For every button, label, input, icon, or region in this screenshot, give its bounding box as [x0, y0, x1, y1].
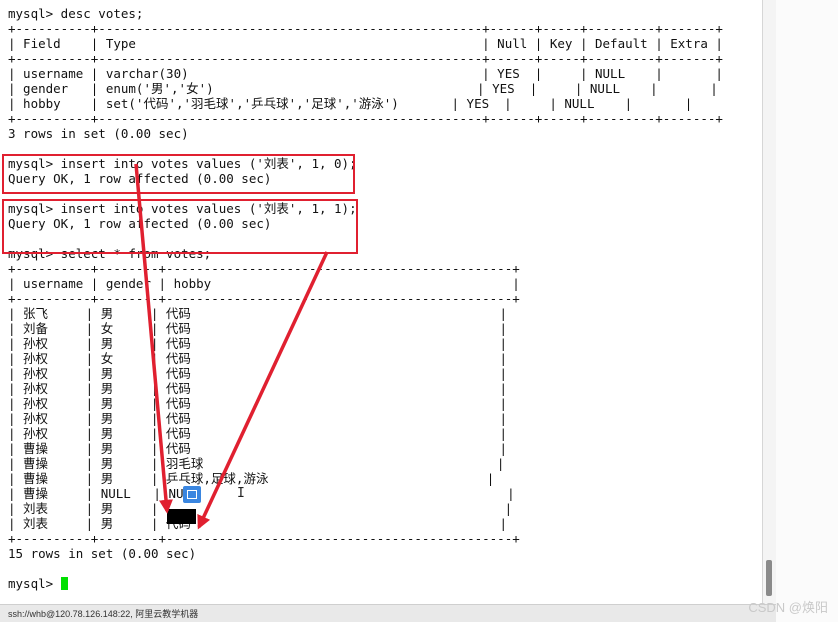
- table-row: | username | varchar(30) | YES | | NULL …: [8, 66, 723, 81]
- table-border: +----------+--------+-------------------…: [8, 291, 520, 306]
- text-cursor-icon: I: [237, 486, 245, 501]
- table-header: | username | gender | hobby |: [8, 276, 520, 291]
- table-row: | 孙权 | 男 | 代码 |: [8, 396, 507, 411]
- result-summary: 3 rows in set (0.00 sec): [8, 126, 189, 141]
- table-row: | 曹操 | NULL | NULL |: [8, 486, 515, 501]
- prompt: mysql>: [8, 576, 61, 591]
- table-row: | 刘备 | 女 | 代码 |: [8, 321, 507, 336]
- table-row: | 曹操 | 男 | 羽毛球 |: [8, 456, 505, 471]
- table-row: | 张飞 | 男 | 代码 |: [8, 306, 507, 321]
- table-row: | 孙权 | 男 | 代码 |: [8, 336, 507, 351]
- watermark: CSDN @焕阳: [748, 600, 828, 615]
- table-row: | 孙权 | 女 | 代码 |: [8, 351, 507, 366]
- terminal-line: mysql> desc votes;: [8, 6, 144, 21]
- table-row: | 刘表 | 男 | 代码 |: [8, 516, 507, 531]
- table-border: +----------+----------------------------…: [8, 111, 723, 126]
- table-header: | Field | Type | Null | Key | Default | …: [8, 36, 723, 51]
- terminal-window[interactable]: mysql> desc votes; +----------+----------…: [0, 0, 762, 604]
- scrollbar-thumb[interactable]: [766, 560, 772, 596]
- ime-toolbar-icon[interactable]: [183, 486, 201, 503]
- table-border: +----------+----------------------------…: [8, 21, 723, 36]
- table-row: | 曹操 | 男 | 乒乓球,足球,游泳 |: [8, 471, 495, 486]
- terminal-output: mysql> desc votes; +----------+----------…: [8, 6, 723, 591]
- terminal-cursor: [60, 577, 68, 590]
- result-summary: 15 rows in set (0.00 sec): [8, 546, 197, 561]
- table-border: +----------+--------+-------------------…: [8, 531, 520, 546]
- table-row: | 孙权 | 男 | 代码 |: [8, 411, 507, 426]
- empty-set-value-highlight: [167, 509, 196, 524]
- table-border: +----------+--------+-------------------…: [8, 261, 520, 276]
- highlight-box-insert-1: [2, 154, 355, 194]
- table-row: | 孙权 | 男 | 代码 |: [8, 426, 507, 441]
- table-row: | 孙权 | 男 | 代码 |: [8, 381, 507, 396]
- table-row: | hobby | set('代码','羽毛球','乒乓球','足球','游泳'…: [8, 96, 693, 111]
- highlight-box-insert-2: [2, 199, 358, 254]
- table-row: | 孙权 | 男 | 代码 |: [8, 366, 507, 381]
- table-row: | 刘表 | 男 | |: [8, 501, 513, 516]
- side-margin: [776, 0, 838, 622]
- connection-info: ssh://whb@120.78.126.148:22, 阿里云教学机器: [8, 609, 199, 619]
- table-row: | gender | enum('男','女') | YES | | NULL …: [8, 81, 718, 96]
- prompt-line[interactable]: mysql>: [8, 576, 723, 591]
- table-row: | 曹操 | 男 | 代码 |: [8, 441, 507, 456]
- table-border: +----------+----------------------------…: [8, 51, 723, 66]
- connection-status-bar: ssh://whb@120.78.126.148:22, 阿里云教学机器: [0, 604, 776, 622]
- vertical-scrollbar[interactable]: [762, 0, 777, 604]
